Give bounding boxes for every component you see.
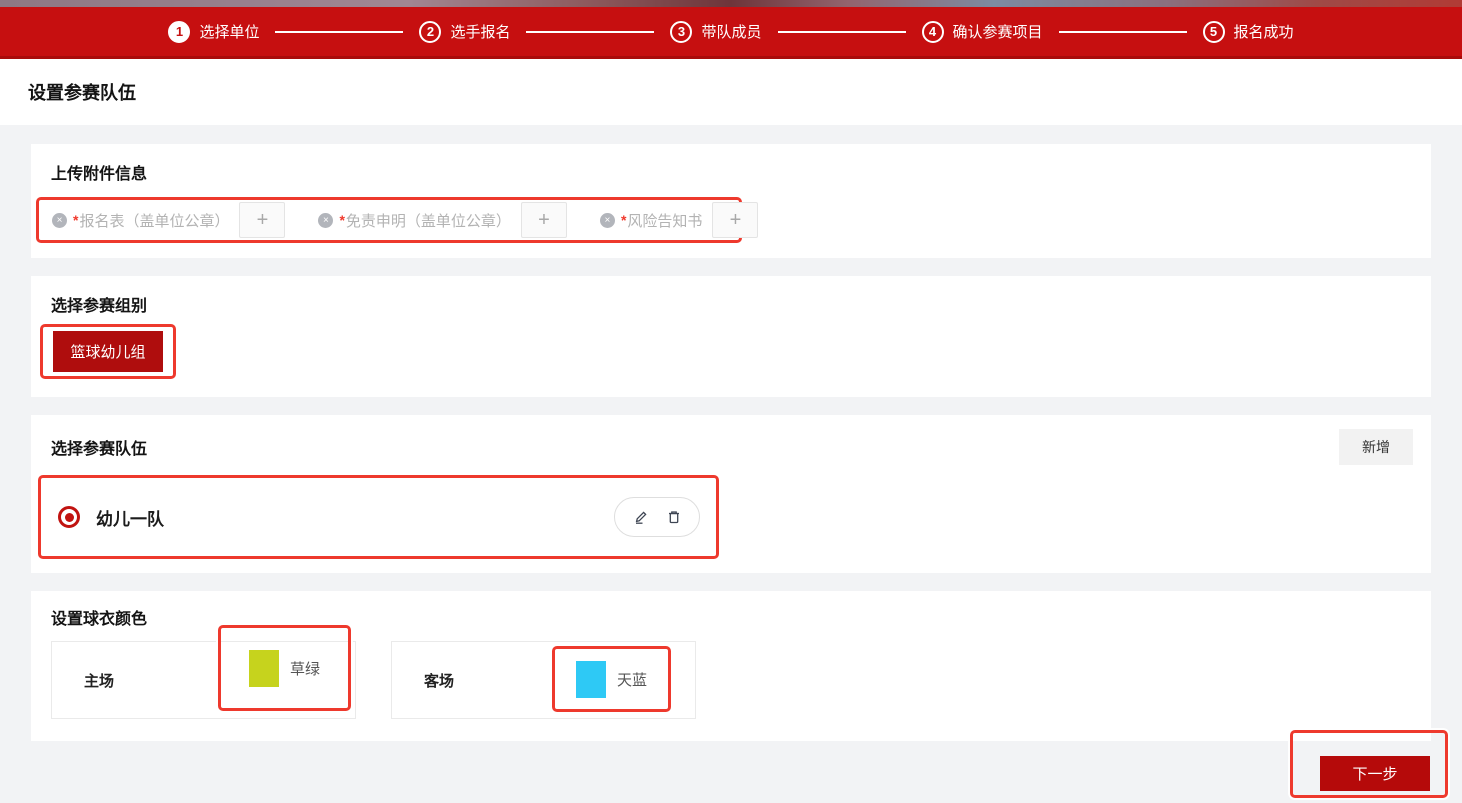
next-step-button[interactable]: 下一步 [1320,756,1430,791]
step-1-select-unit[interactable]: 1 选择单位 [168,21,259,43]
team-section-heading: 选择参赛队伍 [51,435,147,459]
step-3-team-staff[interactable]: 3 带队成员 [670,21,761,43]
stepper: 1 选择单位 2 选手报名 3 带队成员 4 确认参赛项目 5 报名成功 [168,21,1293,43]
required-asterisk: * [339,212,344,228]
step-1-circle: 1 [168,21,190,43]
annotation-box-upload-row: × * 报名表（盖单位公章） + × * 免责申明（盖单位公章） + × * 风… [36,197,742,243]
step-connector [1059,31,1187,33]
main-content: 上传附件信息 × * 报名表（盖单位公章） + × * 免责申明（盖单位公章） … [0,125,1462,741]
select-group-card: 选择参赛组别 篮球幼儿组 [31,276,1431,397]
upload-label: 报名表（盖单位公章） [79,210,229,231]
upload-label: 免责申明（盖单位公章） [346,210,511,231]
away-jersey-box: 客场 天蓝 [391,641,696,719]
step-3-circle: 3 [670,21,692,43]
upload-plus-button[interactable]: + [521,202,567,238]
step-1-label: 选择单位 [199,21,259,42]
team-name: 幼儿一队 [96,505,164,530]
home-color-swatch[interactable] [249,650,279,687]
annotation-box-away-color: 天蓝 [552,646,671,712]
clear-attachment-icon[interactable]: × [318,213,333,228]
step-connector [275,31,403,33]
away-color-name: 天蓝 [617,669,647,690]
annotation-box-group-button: 篮球幼儿组 [40,324,176,379]
step-2-circle: 2 [419,21,441,43]
delete-trash-icon[interactable] [666,509,682,525]
required-asterisk: * [621,212,626,228]
background-photo-strip [0,0,1462,7]
step-5-label: 报名成功 [1234,21,1294,42]
annotation-box-team-row: 幼儿一队 [38,475,719,559]
upload-plus-button[interactable]: + [239,202,285,238]
step-navbar: 1 选择单位 2 选手报名 3 带队成员 4 确认参赛项目 5 报名成功 [0,7,1462,59]
step-4-confirm-events[interactable]: 4 确认参赛项目 [922,21,1043,43]
page-header: 设置参赛队伍 [0,59,1462,125]
step-2-label: 选手报名 [450,21,510,42]
jersey-colors-card: 设置球衣颜色 主场 草绿 客场 天蓝 [31,591,1431,741]
jersey-row: 主场 草绿 客场 天蓝 [51,641,1411,719]
upload-item-registration-form: × * 报名表（盖单位公章） + [52,202,285,238]
home-color-name: 草绿 [290,658,320,679]
edit-pencil-icon[interactable] [633,509,649,525]
step-4-circle: 4 [922,21,944,43]
step-5-signup-success[interactable]: 5 报名成功 [1203,21,1294,43]
group-section-heading: 选择参赛组别 [51,292,1411,316]
upload-attachments-card: 上传附件信息 × * 报名表（盖单位公章） + × * 免责申明（盖单位公章） … [31,144,1431,258]
required-asterisk: * [73,212,78,228]
page-title: 设置参赛队伍 [28,79,136,105]
group-basketball-kids-button[interactable]: 篮球幼儿组 [53,331,163,372]
clear-attachment-icon[interactable]: × [600,213,615,228]
upload-item-risk-notice: × * 风险告知书 + [600,202,758,238]
away-color-swatch[interactable] [576,661,606,698]
step-5-circle: 5 [1203,21,1225,43]
home-label: 主场 [84,670,114,691]
team-section-header: 选择参赛队伍 新增 [51,429,1413,465]
upload-item-disclaimer: × * 免责申明（盖单位公章） + [318,202,566,238]
team-radio-selected[interactable] [58,506,80,528]
annotation-box-home-color: 草绿 [218,625,351,711]
step-4-label: 确认参赛项目 [953,21,1043,42]
clear-attachment-icon[interactable]: × [52,213,67,228]
add-team-button[interactable]: 新增 [1339,429,1413,465]
radio-dot [65,513,74,522]
away-label: 客场 [424,670,454,691]
select-team-card: 选择参赛队伍 新增 幼儿一队 [31,415,1431,573]
upload-section-heading: 上传附件信息 [51,160,1411,184]
step-2-player-signup[interactable]: 2 选手报名 [419,21,510,43]
step-connector [778,31,906,33]
home-jersey-box: 主场 草绿 [51,641,356,719]
upload-label: 风险告知书 [627,210,702,231]
upload-plus-button[interactable]: + [712,202,758,238]
team-actions-pill [614,497,700,537]
step-connector [526,31,654,33]
step-3-label: 带队成员 [701,21,761,42]
